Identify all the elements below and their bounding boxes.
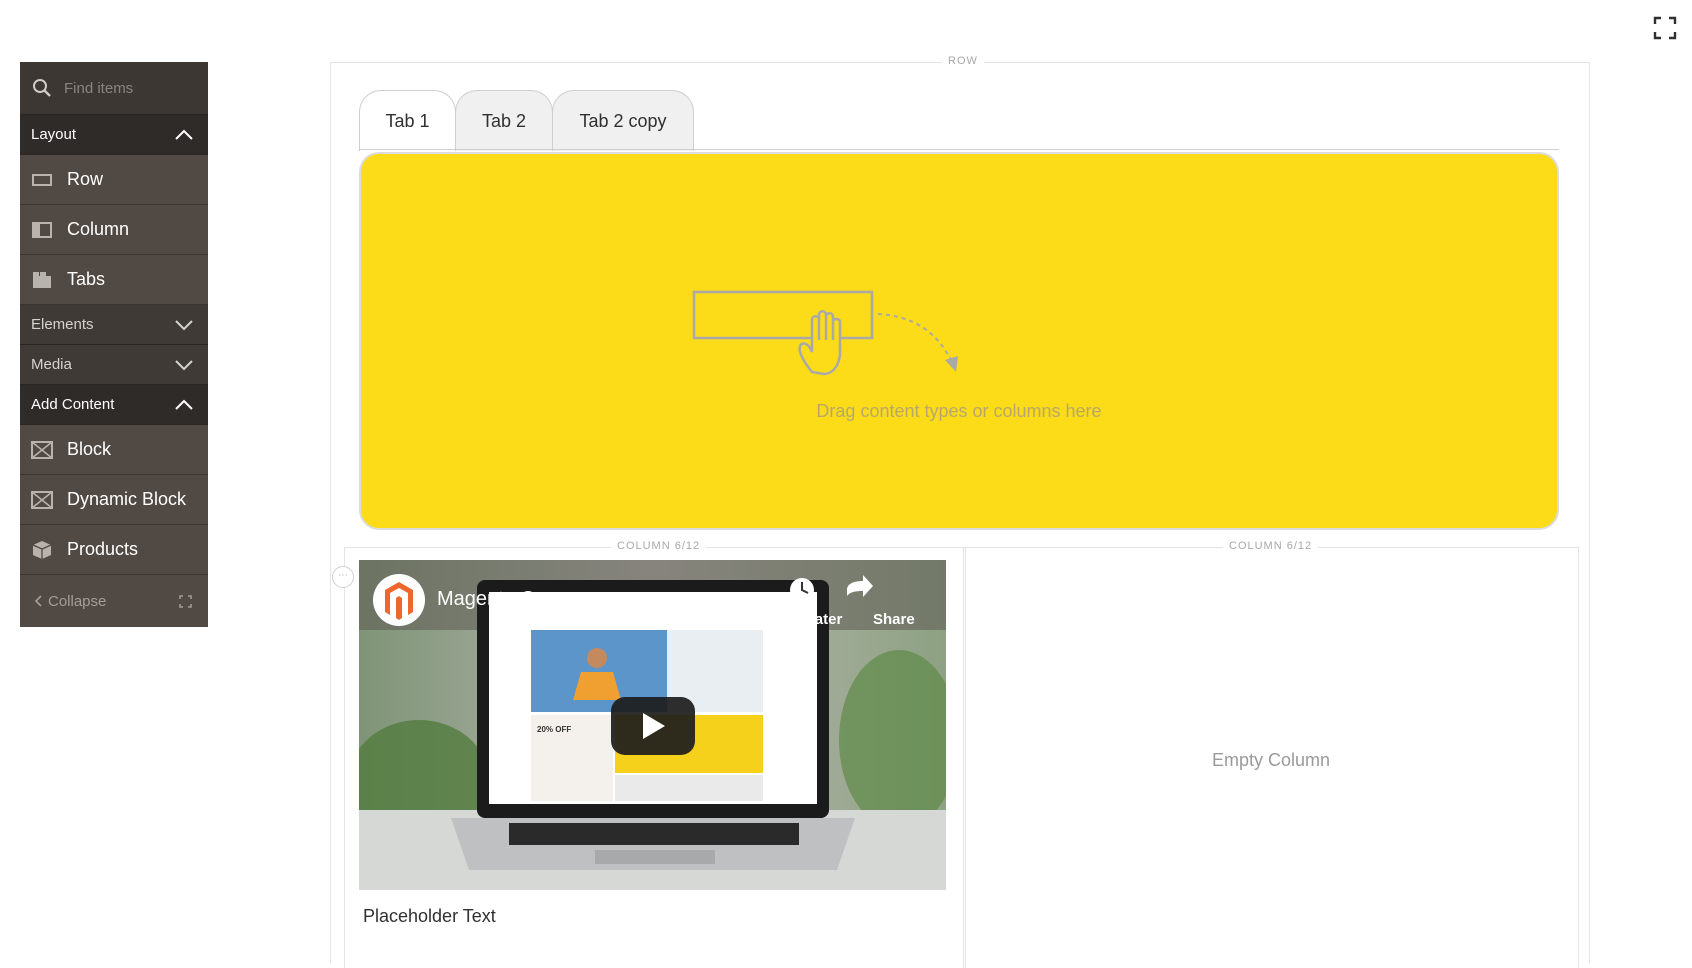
promo-text: 20% OFF [537,725,572,734]
content-type-label: Column [67,219,130,239]
expand-icon[interactable] [179,594,192,608]
share-label[interactable]: Share [873,611,915,628]
block-icon [31,440,53,460]
products-icon [31,540,53,560]
collapse-button[interactable]: Collapse [34,593,106,610]
content-type-column[interactable]: Column [20,205,208,255]
tab-1[interactable]: Tab 1 [359,90,456,151]
row-label: ROW [942,55,984,67]
content-type-label: Products [67,539,139,559]
content-type-products[interactable]: Products [20,525,208,575]
section-elements-header[interactable]: Elements [20,305,208,345]
chevron-up-icon [175,129,193,140]
tab-content-dropzone[interactable]: Drag content types or columns here [359,152,1559,530]
section-layout-label: Layout [31,126,77,143]
search-bar [20,62,208,115]
fullscreen-icon[interactable] [1653,16,1677,40]
chevron-up-icon [175,399,193,410]
drag-illustration-icon [692,290,958,376]
content-type-label: Row [67,169,104,189]
tab-2-copy[interactable]: Tab 2 copy [552,90,694,151]
row-container[interactable]: ROW Tab 1 Tab 2 Tab 2 copy Drag content … [330,55,1590,968]
search-icon [33,79,51,97]
empty-column-text: Empty Column [1211,750,1331,770]
content-type-label: Block [67,439,112,459]
column-icon [31,220,53,240]
content-type-block[interactable]: Block [20,425,208,475]
section-add-content-header[interactable]: Add Content [20,385,208,425]
drop-hint: Drag content types or columns here [816,401,1102,421]
column-right[interactable]: COLUMN 6/12 Empty Column [963,540,1579,968]
tab-2[interactable]: Tab 2 [455,90,553,151]
section-media-label: Media [31,356,72,373]
content-type-tabs[interactable]: Tabs [20,255,208,305]
video-title: Magento Commerce [437,588,619,610]
content-type-dynamic-block[interactable]: Dynamic Block [20,475,208,525]
column-drag-handle[interactable]: ⋯ [332,566,354,588]
chevron-left-icon [34,595,42,607]
collapse-label: Collapse [48,592,107,610]
section-media-header[interactable]: Media [20,345,208,385]
column-left[interactable]: COLUMN 6/12 ⋯ Magento Commerce Watch lat… [332,540,966,968]
content-types-panel: Layout Row Column Tabs Elements Media Ad… [20,62,208,627]
collapse-bar[interactable]: Collapse [20,575,208,627]
chevron-down-icon [175,319,193,330]
content-type-label: Dynamic Block [67,489,187,509]
placeholder-text: Placeholder Text [363,906,496,926]
column-label: COLUMN 6/12 [1223,540,1319,552]
tabs-icon [31,270,53,290]
search-input[interactable] [62,78,206,98]
video-player[interactable]: Magento Commerce Watch later Share 20% O… [359,560,946,890]
row-icon [31,170,53,190]
section-add-content-label: Add Content [31,396,115,413]
tab-headers: Tab 1 Tab 2 Tab 2 copy [359,90,694,151]
tab-divider [359,149,1559,150]
content-type-label: Tabs [67,269,106,289]
content-type-row[interactable]: Row [20,155,208,205]
column-label: COLUMN 6/12 [611,540,707,552]
chevron-down-icon [175,359,193,370]
section-layout-header[interactable]: Layout [20,115,208,155]
dynamic-block-icon [31,490,53,510]
watch-later-label[interactable]: Watch later [762,611,842,628]
section-elements-label: Elements [31,316,94,333]
